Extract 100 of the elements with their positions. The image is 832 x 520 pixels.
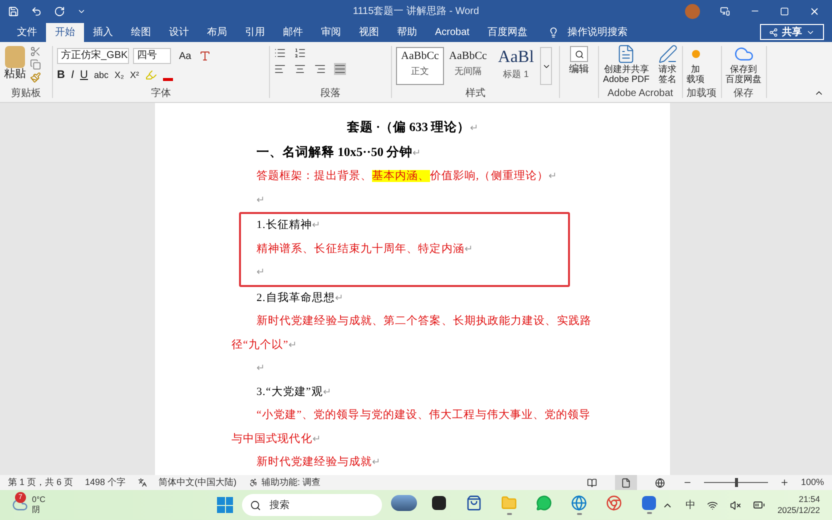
group-label: 加载项 [686,89,717,101]
word-count[interactable]: 1498 个字 [85,476,126,490]
undo-icon[interactable] [31,6,42,16]
view-button[interactable] [614,475,637,490]
group-label: Adobe Acrobat [606,89,674,101]
justify-icon[interactable] [334,63,346,75]
paragraph: 答题框架：提出背景、基本内涵、价值影响,（侧重理论）↵ [256,168,558,184]
paragraph: 1.长征精神↵ [256,218,322,233]
pen-icon [658,44,678,64]
format-button[interactable]: X₂ [114,70,124,80]
format-button[interactable]: I [70,70,74,80]
paragraph: 2.自我革命思想↵ [256,290,344,306]
ribbon-tab[interactable]: 开始 [46,23,84,42]
start-icon[interactable] [217,497,234,513]
group-label: 剪贴板 [10,89,42,101]
ribbon-button[interactable]: 请求 签名 [658,44,678,84]
input-method[interactable]: 中 [685,498,696,512]
style-gallery-item[interactable]: AaBbCc 无间隔 [444,47,492,85]
search-icon [570,46,588,62]
chat-icon [536,495,552,511]
paintbrush-icon[interactable] [30,72,41,83]
accessibility-icon[interactable] [248,478,258,487]
book-icon [586,478,597,488]
ribbon-tab[interactable]: 百度网盘 [478,23,536,42]
weather-condition[interactable]: 阴 [32,505,46,515]
cut-icon[interactable] [30,46,41,57]
redo-icon[interactable] [54,6,65,16]
page-icon [620,478,631,488]
format-button[interactable]: X² [130,70,139,80]
paragraph: 精神谱系、长征结束九十周年、特定内涵↵ [256,242,474,256]
document-title: 套题 ·（偏 633 理论）↵ [346,119,478,136]
copy-icon[interactable] [30,59,41,70]
window-title: 1115套题一 讲解思路 - Word [352,6,480,16]
page-count[interactable]: 第 1 页，共 6 页 [8,476,74,490]
numbered-list-icon[interactable] [294,47,306,59]
paragraph-mark: ↵ [256,362,264,376]
ribbon-tab[interactable]: 审阅 [312,23,350,42]
ribbon-tab[interactable]: 设计 [160,23,198,42]
editing-button[interactable]: 编辑 [569,46,589,77]
ribbon-tab[interactable]: 文件 [8,23,46,42]
align-left-icon[interactable] [274,63,286,75]
search-field[interactable]: 搜索 [242,494,382,516]
style-gallery-item[interactable]: AaBbCc 正文 [396,47,444,85]
accessibility-status[interactable]: 辅助功能: 调查 [262,476,321,490]
zoom-in-icon[interactable] [780,478,789,487]
ribbon-tab[interactable]: 视图 [350,23,388,42]
paragraph: “小党建”、党的领导与党的建设、伟大工程与伟大事业、党的领导与中国式现代化↵ [232,408,592,446]
terminal-icon [432,496,446,510]
paragraph-mark: ↵ [256,194,264,208]
zoom-level[interactable]: 100% [800,476,824,490]
style-gallery-item[interactable]: AaBl 标题 1 [492,47,540,85]
browser-icon [606,495,622,511]
battery-icon[interactable] [753,499,766,511]
clock-time[interactable]: 21:54 [798,494,820,505]
paragraph: 新时代党建经验与成就↵ [256,454,381,470]
group-label: 样式 [464,89,486,101]
section-heading: 一、名词解释 10x5··50 分钟↵ [256,144,422,160]
folder-icon [501,495,518,511]
ribbon-tab[interactable]: 插入 [84,23,122,42]
ribbon-button[interactable]: 加 载项 [686,44,705,84]
share-button[interactable]: 共享 [760,24,824,40]
ribbon-display-icon[interactable] [720,6,730,16]
temperature[interactable]: 0°C [32,495,46,505]
ribbon-tab[interactable]: 绘图 [122,23,160,42]
change-case-button[interactable]: Aa [175,48,196,64]
search-icon [250,500,262,510]
proofing-icon[interactable] [138,478,147,487]
paragraph-mark: ↵ [256,266,264,280]
paragraph: 3.“大党建”观↵ [256,384,332,400]
browser-icon [571,495,588,511]
ribbon-tab[interactable]: 帮助 [388,23,426,42]
restore-icon[interactable] [780,6,789,16]
group-label: 字体 [150,89,172,101]
ribbon-button[interactable]: 保存到 百度网盘 [726,44,762,84]
tell-me-field[interactable]: 操作说明搜索 [536,23,640,42]
close-icon[interactable] [809,6,820,16]
align-right-icon[interactable] [314,63,326,75]
landscape-icon [391,495,418,511]
ribbon-button[interactable]: 创建并共享 Adobe PDF [603,44,650,84]
wifi-icon[interactable] [707,500,718,510]
ribbon-tab[interactable]: 布局 [198,23,236,42]
save-icon[interactable] [8,6,19,16]
share-icon [769,28,778,36]
ribbon-tab[interactable]: Acrobat [426,23,478,42]
format-button[interactable]: B [57,70,65,80]
lightbulb-icon [548,27,560,38]
group-label: 段落 [320,89,342,101]
ribbon-tab[interactable]: 邮件 [274,23,312,42]
clear-format-icon[interactable] [199,50,212,62]
ribbon-tab[interactable]: 引用 [236,23,274,42]
font-name-field[interactable]: 方正仿宋_GBK [57,48,129,64]
format-button[interactable]: U [80,70,88,80]
volume-muted-icon[interactable] [730,500,742,510]
format-button[interactable]: abc [94,70,108,80]
zoom-thumb[interactable] [734,478,738,487]
align-center-icon[interactable] [294,63,306,75]
clock-date[interactable]: 2025/12/22 [777,505,820,516]
font-size-field[interactable]: 四号 [133,48,171,64]
language-label[interactable]: 简体中文(中国大陆) [158,476,237,490]
globe-icon [654,478,665,488]
